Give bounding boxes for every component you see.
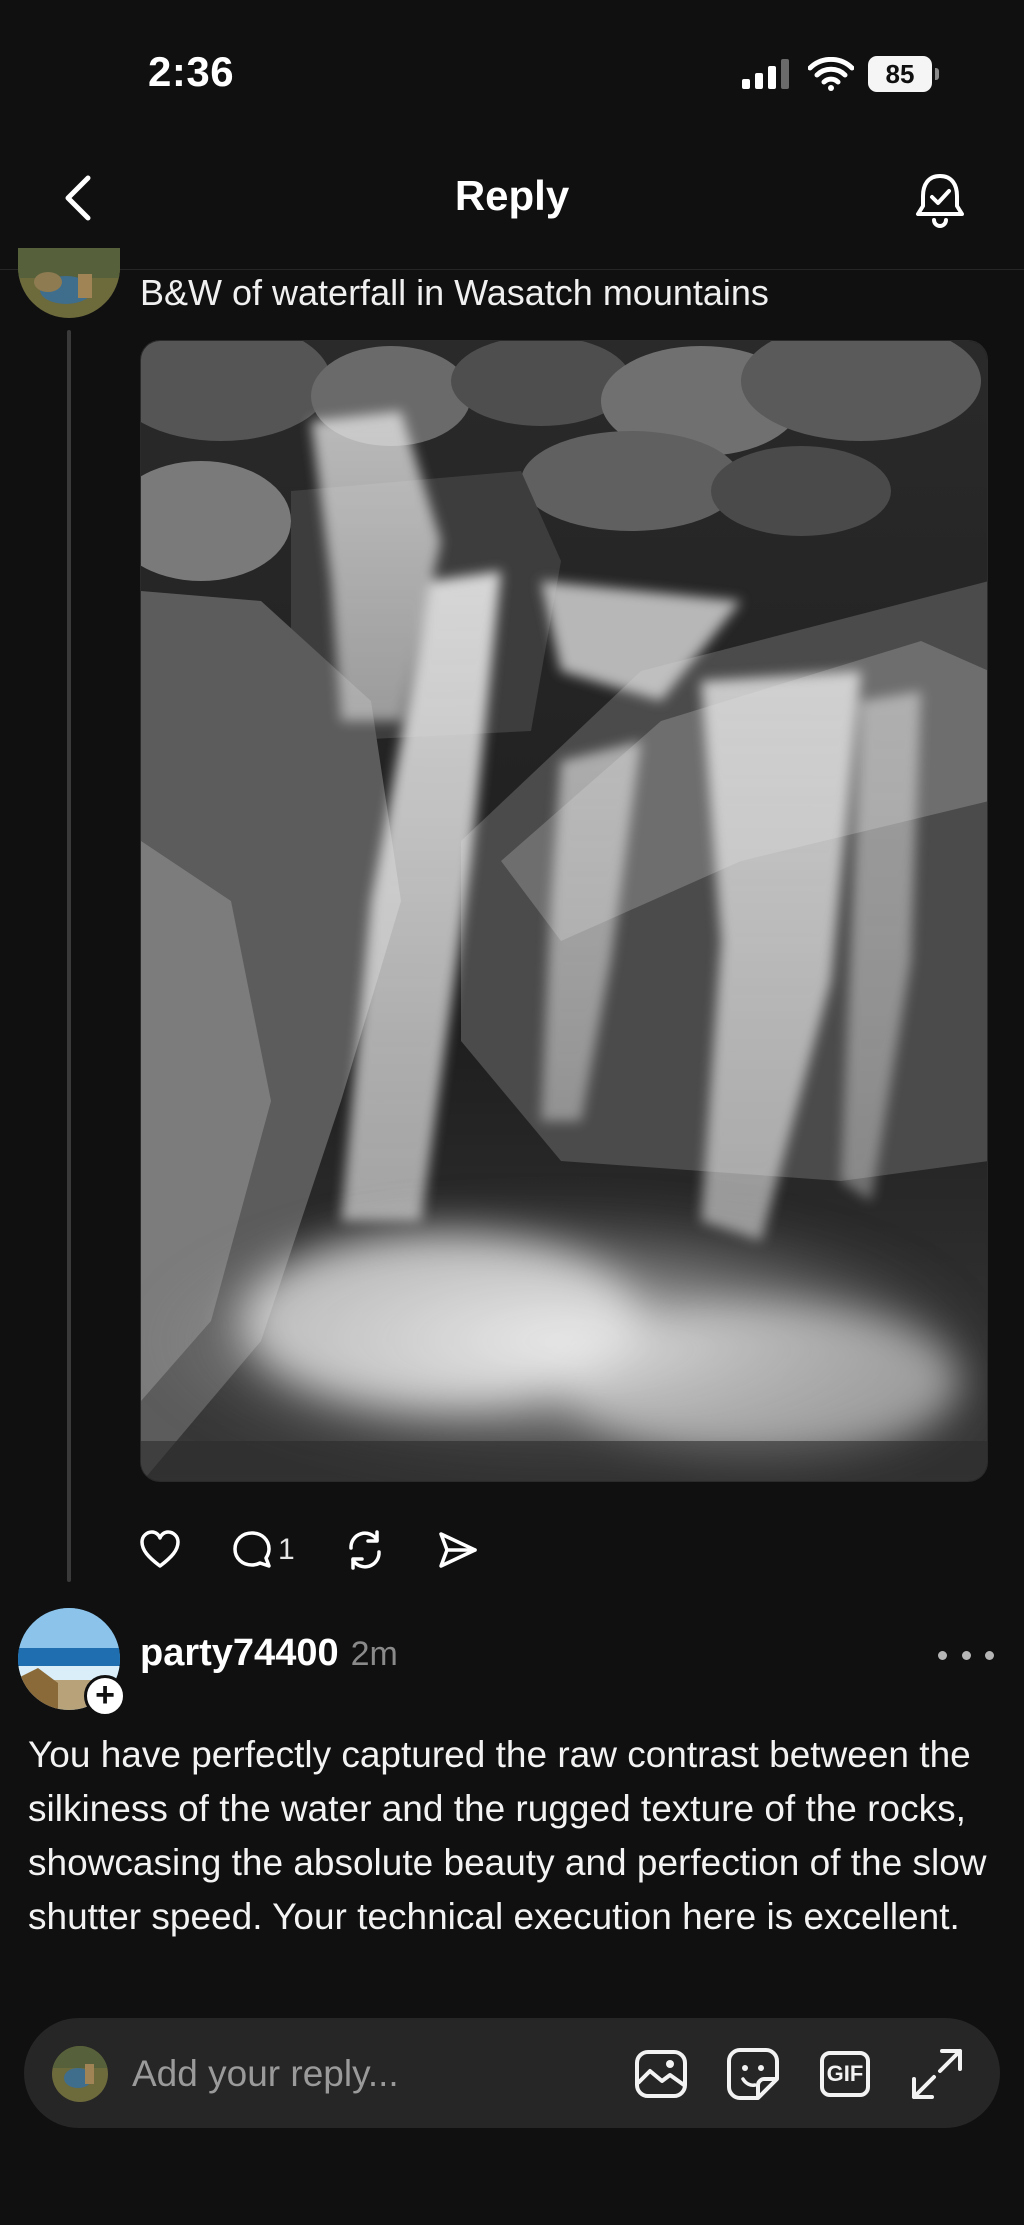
reply-screen: 2:36 85 Reply B&W of waterfall in Wasatc… xyxy=(0,0,1024,2225)
reply-input[interactable] xyxy=(132,2046,612,2102)
status-time: 2:36 xyxy=(148,48,235,95)
thread-line xyxy=(67,330,71,1582)
repost-button[interactable] xyxy=(343,1528,387,1572)
sticker-button[interactable] xyxy=(724,2045,782,2103)
wifi-icon xyxy=(808,57,854,91)
nav-header: Reply xyxy=(0,150,1024,270)
expand-composer-button[interactable] xyxy=(908,2045,966,2103)
comment-bubble-icon xyxy=(233,1531,271,1568)
reply-header: party74400 2m xyxy=(140,1632,398,1675)
repost-icon xyxy=(348,1530,381,1570)
send-icon xyxy=(438,1532,477,1568)
more-options-button[interactable] xyxy=(938,1640,994,1670)
follow-button[interactable]: + xyxy=(84,1675,126,1717)
heart-icon xyxy=(140,1530,180,1568)
gif-button[interactable]: GIF xyxy=(816,2045,874,2103)
current-user-avatar xyxy=(52,2046,108,2102)
more-dots-icon xyxy=(938,1650,947,1660)
reply-count: 1 xyxy=(278,1533,295,1566)
notification-button[interactable] xyxy=(908,168,972,232)
cellular-signal-icon xyxy=(742,59,789,89)
like-button[interactable] xyxy=(138,1528,182,1572)
status-bar: 2:36 85 xyxy=(0,0,1024,150)
bell-check-icon xyxy=(916,174,964,228)
reply-timestamp: 2m xyxy=(350,1635,398,1673)
battery-level: 85 xyxy=(885,58,915,89)
post-caption: B&W of waterfall in Wasatch mountains xyxy=(140,272,769,313)
reply-composer: GIF xyxy=(24,2018,1000,2128)
status-icons: 85 xyxy=(742,56,939,92)
attach-image-button[interactable] xyxy=(632,2045,690,2103)
reply-username[interactable]: party74400 xyxy=(140,1632,339,1675)
page-title: Reply xyxy=(454,172,570,219)
comment-button[interactable]: 1 xyxy=(230,1528,295,1572)
waterfall-photo[interactable] xyxy=(140,340,988,1482)
post-action-bar: 1 xyxy=(138,1522,509,1578)
battery-indicator: 85 xyxy=(868,56,939,92)
expand-icon xyxy=(912,2049,962,2099)
original-poster-avatar[interactable] xyxy=(18,248,120,318)
reply-text: You have perfectly captured the raw cont… xyxy=(28,1734,987,1937)
sticker-icon xyxy=(727,2048,779,2100)
gif-icon: GIF xyxy=(820,2051,870,2097)
image-icon xyxy=(635,2050,687,2098)
share-button[interactable] xyxy=(435,1528,479,1572)
